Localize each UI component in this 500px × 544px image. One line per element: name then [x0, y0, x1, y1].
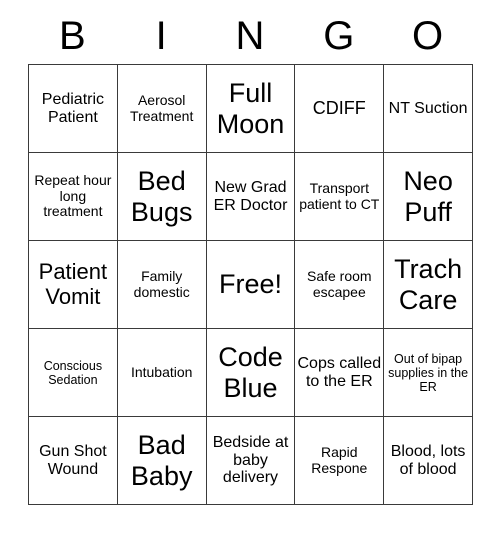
bingo-cell[interactable]: Trach Care: [383, 240, 473, 329]
bingo-cell-label: Bedside at baby delivery: [212, 433, 289, 487]
bingo-cell-label: Transport patient to CT: [299, 179, 380, 212]
bingo-row: Gun Shot Wound Bad Baby Bedside at baby …: [28, 416, 473, 505]
bingo-cell-label: Neo Puff: [403, 166, 453, 227]
bingo-cell-label: Intubation: [130, 363, 193, 380]
bingo-cell-label: Code Blue: [218, 342, 283, 403]
bingo-cell[interactable]: Conscious Sedation: [28, 328, 118, 417]
bingo-cell[interactable]: Pediatric Patient: [28, 64, 118, 153]
bingo-header-letter-g: G: [323, 14, 355, 58]
bingo-cell-label: Patient Vomit: [38, 258, 108, 309]
bingo-row: Repeat hour long treatment Bed Bugs New …: [28, 152, 473, 241]
bingo-cell-label: Family domestic: [133, 267, 190, 300]
bingo-cell-label: Pediatric Patient: [41, 90, 105, 126]
bingo-cell[interactable]: Aerosol Treatment: [117, 64, 207, 153]
bingo-cell[interactable]: Rapid Respone: [294, 416, 385, 505]
bingo-cell-label: Bad Baby: [130, 430, 193, 491]
bingo-cell[interactable]: Bed Bugs: [117, 152, 207, 241]
bingo-grid: Pediatric Patient Aerosol Treatment Full…: [28, 64, 473, 505]
bingo-cell-label: New Grad ER Doctor: [213, 178, 288, 214]
bingo-cell[interactable]: Bedside at baby delivery: [206, 416, 296, 505]
bingo-cell[interactable]: Repeat hour long treatment: [28, 152, 118, 241]
bingo-card: B I N G O Pediatric Patient Aerosol Trea…: [28, 8, 473, 505]
bingo-cell-label: Repeat hour long treatment: [34, 171, 112, 220]
bingo-cell-label: Aerosol Treatment: [130, 91, 194, 124]
bingo-free-space-label: Free!: [218, 269, 282, 300]
bingo-cell-label: Bed Bugs: [130, 166, 193, 227]
bingo-cell[interactable]: Bad Baby: [117, 416, 207, 505]
bingo-cell[interactable]: CDIFF: [294, 64, 385, 153]
bingo-cell[interactable]: Gun Shot Wound: [28, 416, 118, 505]
bingo-cell-label: Full Moon: [216, 78, 285, 139]
bingo-cell-label: Trach Care: [394, 254, 463, 315]
bingo-cell-label: NT Suction: [388, 99, 468, 117]
bingo-cell-label: Blood, lots of blood: [390, 442, 466, 478]
bingo-cell-label: Rapid Respone: [311, 443, 368, 476]
bingo-cell[interactable]: Cops called to the ER: [294, 328, 385, 417]
bingo-header-letter-b: B: [59, 14, 86, 58]
bingo-cell-label: CDIFF: [312, 98, 366, 119]
bingo-cell[interactable]: Intubation: [117, 328, 207, 417]
bingo-cell[interactable]: Family domestic: [117, 240, 207, 329]
bingo-cell-label: Conscious Sedation: [43, 358, 103, 387]
bingo-header-letter-n: N: [235, 14, 265, 58]
bingo-cell[interactable]: Full Moon: [206, 64, 296, 153]
bingo-header-letter-o: O: [412, 14, 444, 58]
bingo-cell[interactable]: Blood, lots of blood: [383, 416, 473, 505]
bingo-row: Patient Vomit Family domestic Free! Safe…: [28, 240, 473, 329]
bingo-row: Pediatric Patient Aerosol Treatment Full…: [28, 64, 473, 153]
bingo-cell[interactable]: New Grad ER Doctor: [206, 152, 296, 241]
bingo-cell[interactable]: Transport patient to CT: [294, 152, 385, 241]
bingo-cell-label: Cops called to the ER: [297, 354, 382, 390]
bingo-header-row: B I N G O: [28, 8, 472, 64]
bingo-cell[interactable]: Safe room escapee: [294, 240, 385, 329]
bingo-cell-free[interactable]: Free!: [206, 240, 296, 329]
bingo-header-letter-i: I: [155, 14, 167, 58]
bingo-cell-label: Out of bipap supplies in the ER: [388, 351, 469, 394]
bingo-row: Conscious Sedation Intubation Code Blue …: [28, 328, 473, 417]
bingo-cell-label: Gun Shot Wound: [39, 442, 107, 478]
bingo-cell[interactable]: NT Suction: [383, 64, 473, 153]
bingo-cell[interactable]: Patient Vomit: [28, 240, 118, 329]
bingo-cell-label: Safe room escapee: [306, 267, 372, 300]
bingo-cell[interactable]: Out of bipap supplies in the ER: [383, 328, 473, 417]
bingo-cell[interactable]: Neo Puff: [383, 152, 473, 241]
bingo-cell[interactable]: Code Blue: [206, 328, 296, 417]
